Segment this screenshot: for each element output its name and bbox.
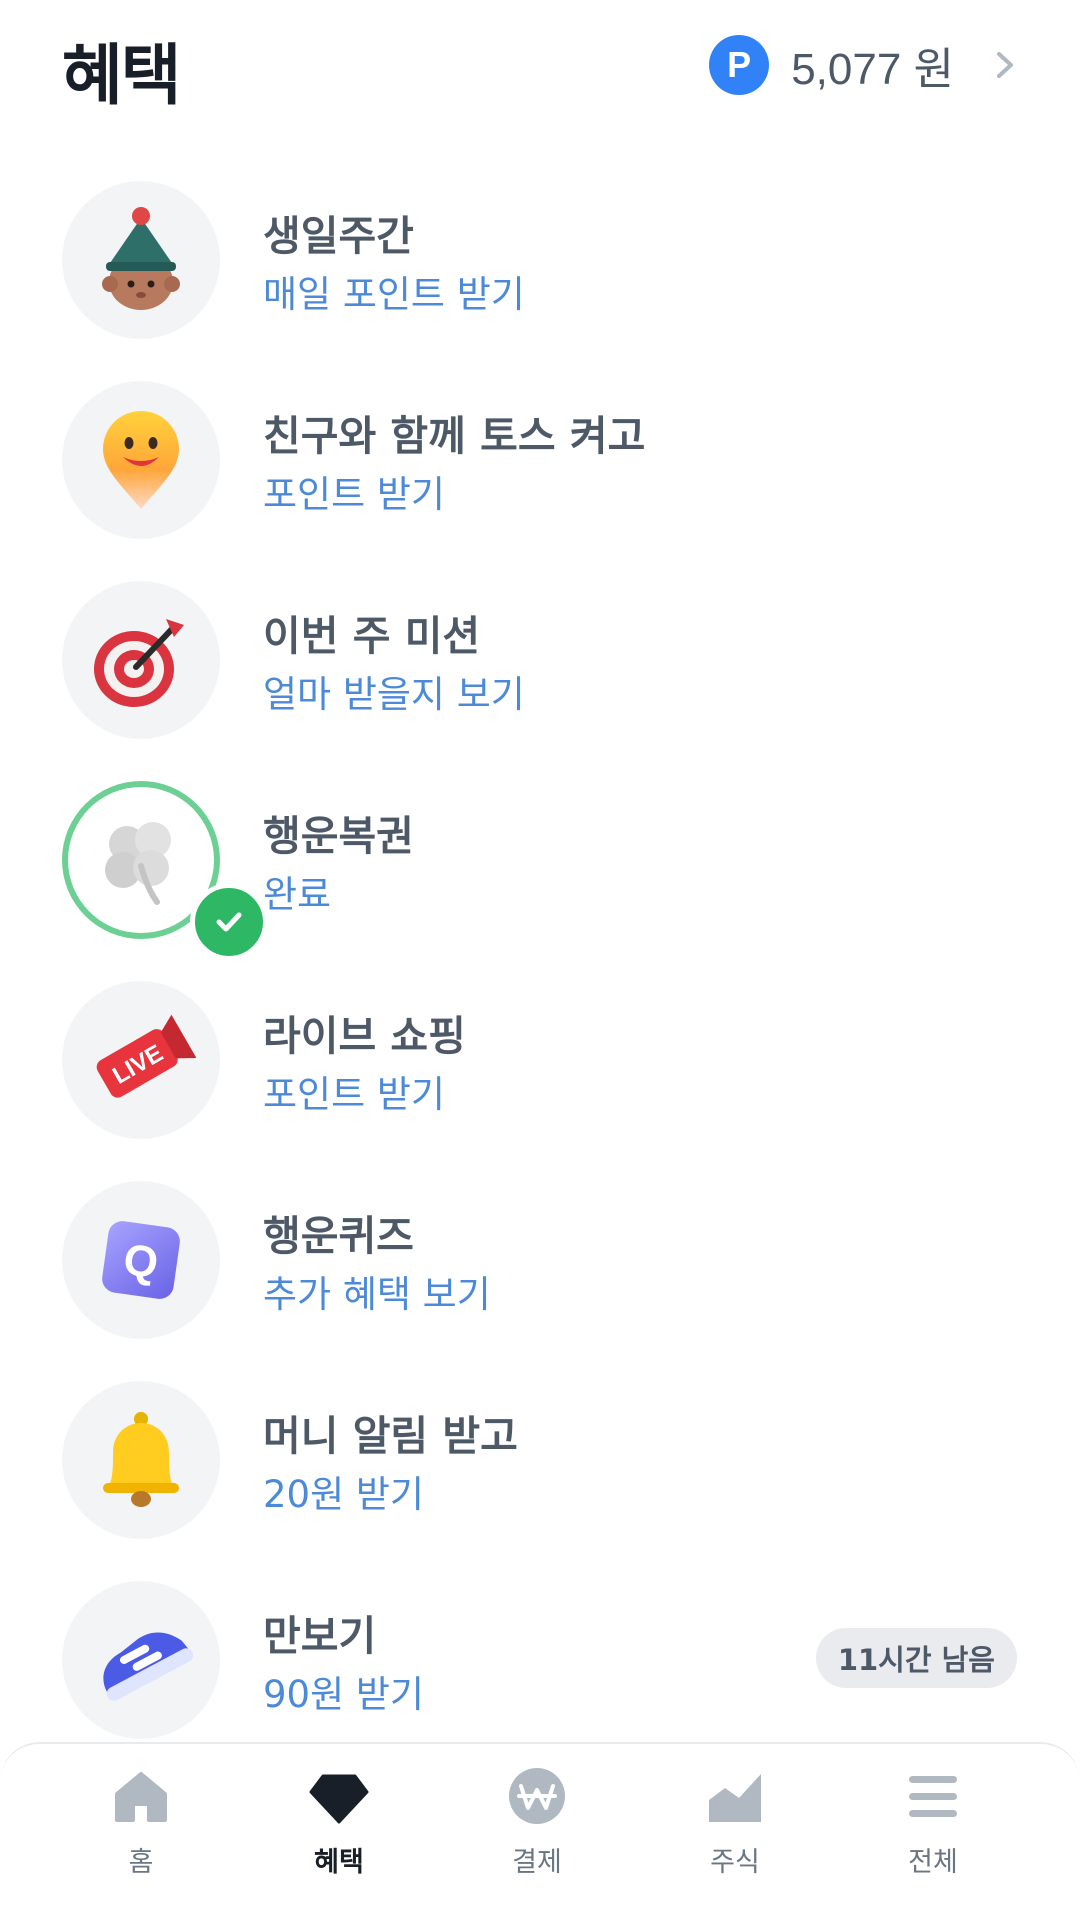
tab-label: 결제 — [512, 1847, 562, 1878]
tab-home[interactable]: 홈 — [66, 1764, 216, 1884]
tab-label: 주식 — [710, 1847, 760, 1878]
bell-icon — [62, 1381, 220, 1539]
benefit-item-money-alert[interactable]: 머니 알림 받고 20원 받기 — [0, 1378, 1080, 1548]
benefit-item-pedometer[interactable]: 만보기 90원 받기 11시간 남음 — [0, 1578, 1080, 1748]
benefit-title: 이번 주 미션 — [263, 612, 481, 660]
tab-label: 혜택 — [314, 1847, 364, 1878]
points-balance-button[interactable]: P 5,077 원 — [709, 33, 1020, 97]
benefit-title: 행운퀴즈 — [263, 1212, 414, 1260]
benefit-item-birthday[interactable]: 생일주간 매일 포인트 받기 — [0, 178, 1080, 348]
points-amount: 5,077 원 — [791, 45, 954, 94]
party-hat-character-icon — [62, 181, 220, 339]
stock-chart-icon — [709, 1774, 761, 1822]
tab-all[interactable]: 전체 — [858, 1764, 1008, 1884]
benefit-item-lucky-lottery[interactable]: 행운복권 완료 — [0, 778, 1080, 961]
benefit-title: 친구와 함께 토스 켜고 — [263, 412, 646, 460]
live-megaphone-icon: LIVE — [62, 981, 220, 1139]
svg-text:Q: Q — [120, 1235, 161, 1288]
check-icon — [190, 883, 268, 961]
benefit-subtitle: 완료 — [263, 873, 332, 916]
tab-label: 전체 — [908, 1847, 958, 1878]
benefit-subtitle: 포인트 받기 — [263, 473, 445, 516]
dart-target-icon — [62, 581, 220, 739]
benefit-item-friends[interactable]: 친구와 함께 토스 켜고 포인트 받기 — [0, 378, 1080, 548]
benefit-title: 머니 알림 받고 — [263, 1412, 518, 1460]
benefit-subtitle: 추가 혜택 보기 — [263, 1273, 491, 1316]
home-icon — [115, 1772, 167, 1822]
benefit-subtitle: 얼마 받을지 보기 — [263, 673, 525, 716]
chevron-right-icon — [997, 52, 1013, 78]
points-p-icon: P — [709, 35, 770, 95]
benefit-title: 라이브 쇼핑 — [263, 1012, 466, 1060]
benefit-item-weekly-mission[interactable]: 이번 주 미션 얼마 받을지 보기 — [0, 578, 1080, 748]
sneaker-icon — [62, 1581, 220, 1739]
benefit-subtitle: 포인트 받기 — [263, 1073, 445, 1116]
won-coin-icon — [509, 1768, 565, 1824]
benefit-subtitle: 매일 포인트 받기 — [263, 273, 525, 316]
header: 혜택 P 5,077 원 — [0, 0, 1080, 130]
tab-stocks[interactable]: 주식 — [660, 1764, 810, 1884]
page-title: 혜택 — [62, 37, 181, 114]
time-remaining-badge: 11시간 남음 — [815, 1628, 1017, 1688]
benefit-subtitle: 20원 받기 — [263, 1473, 424, 1516]
benefit-title: 만보기 — [263, 1612, 377, 1660]
tab-benefits[interactable]: 혜택 — [264, 1764, 414, 1884]
benefit-item-live-shopping[interactable]: LIVE 라이브 쇼핑 포인트 받기 — [0, 978, 1080, 1148]
benefit-title: 행운복권 — [263, 812, 414, 860]
tab-label: 홈 — [128, 1847, 154, 1878]
gem-icon — [309, 1774, 369, 1824]
benefit-item-lucky-quiz[interactable]: Q 행운퀴즈 추가 혜택 보기 — [0, 1178, 1080, 1348]
bottom-tab-bar: 홈 혜택 결제 주식 전체 — [0, 1742, 1080, 1914]
quiz-q-icon: Q — [62, 1181, 220, 1339]
benefit-title: 생일주간 — [263, 212, 414, 260]
benefit-subtitle: 90원 받기 — [263, 1673, 424, 1716]
tab-payment[interactable]: 결제 — [462, 1764, 612, 1884]
smiley-pin-icon — [62, 381, 220, 539]
menu-icon — [909, 1776, 957, 1817]
